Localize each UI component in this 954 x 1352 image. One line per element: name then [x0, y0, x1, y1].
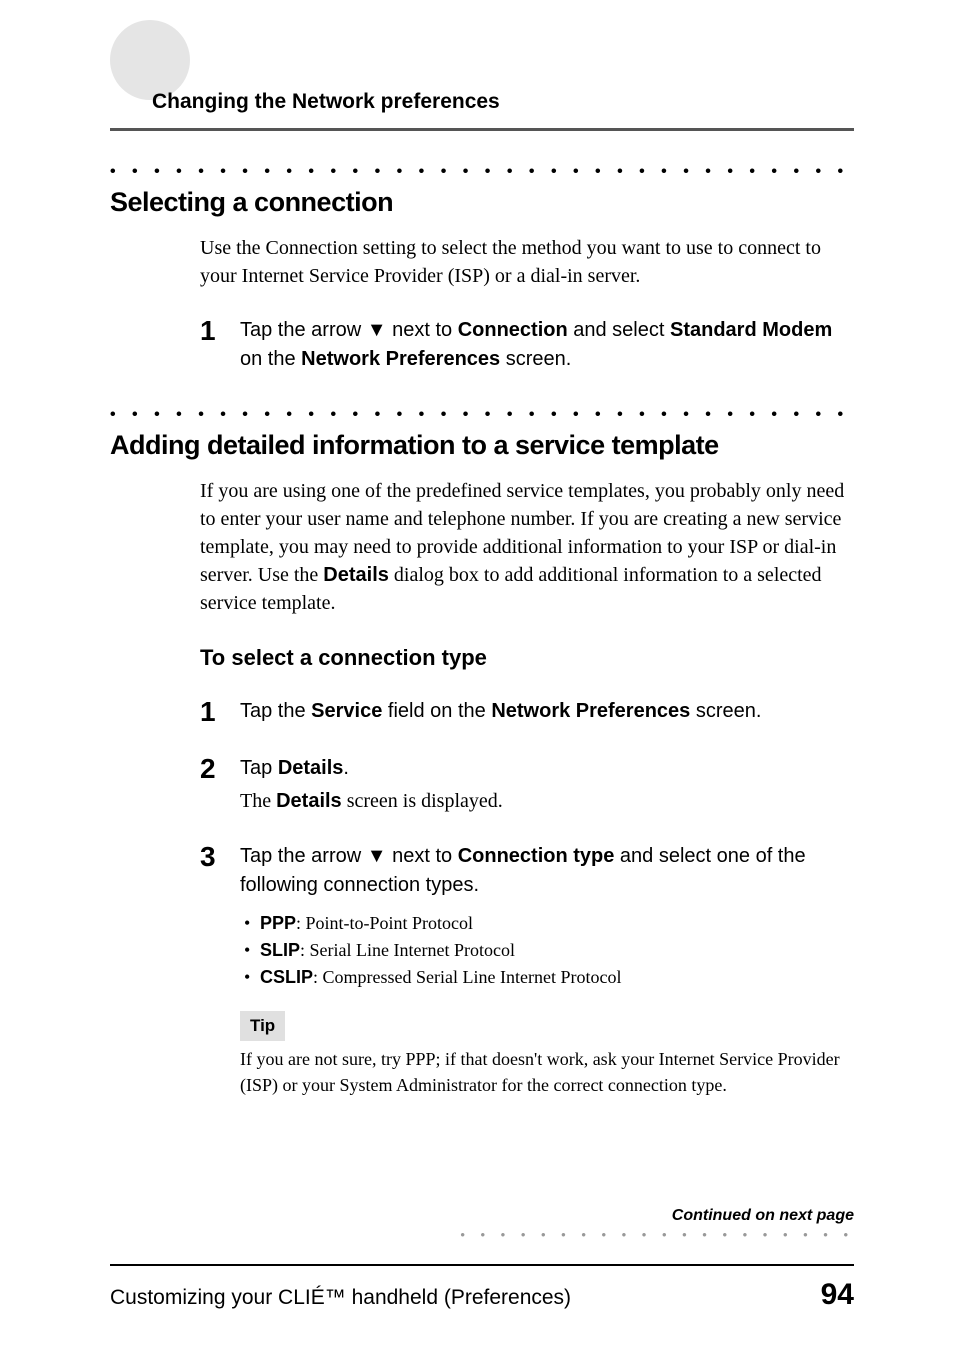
text: Tap	[240, 757, 278, 779]
step-body: Tap the arrow ▼ next to Connection type …	[240, 842, 854, 1098]
section2-step3: 3 Tap the arrow ▼ next to Connection typ…	[200, 842, 854, 1098]
label-network-preferences: Network Preferences	[301, 348, 500, 370]
protocol-desc: : Serial Line Internet Protocol	[300, 940, 515, 960]
text: The	[240, 790, 276, 812]
tip-badge: Tip	[240, 1011, 285, 1042]
text: screen.	[500, 348, 571, 370]
step-number: 3	[200, 842, 240, 1098]
text: screen.	[690, 700, 761, 722]
label-service: Service	[311, 700, 382, 722]
list-item: SLIP: Serial Line Internet Protocol	[240, 937, 854, 964]
subheading-select-connection-type: To select a connection type	[200, 645, 854, 671]
section1-intro: Use the Connection setting to select the…	[200, 234, 854, 290]
connection-type-list: PPP: Point-to-Point Protocol SLIP: Seria…	[240, 910, 854, 991]
dotted-divider: • • • • • • • • • • • • • • • • • • • • …	[110, 163, 854, 181]
text: Tap the	[240, 700, 311, 722]
text: screen is displayed.	[342, 790, 503, 812]
section-title-selecting-connection: Selecting a connection	[110, 187, 854, 218]
section2-step1: 1 Tap the Service field on the Network P…	[200, 697, 854, 728]
footer-section-title: Customizing your CLIÉ™ handheld (Prefere…	[110, 1286, 571, 1310]
protocol-desc: : Point-to-Point Protocol	[296, 913, 473, 933]
dotted-divider: • • • • • • • • • • • • • • • • • • • • …	[110, 406, 854, 424]
label-details: Details	[278, 757, 344, 779]
label-connection: Connection	[458, 319, 568, 341]
page-number: 94	[821, 1278, 854, 1312]
protocol-desc: : Compressed Serial Line Internet Protoc…	[313, 967, 621, 987]
label-connection-type: Connection type	[458, 845, 615, 867]
continued-label: Continued on next page	[460, 1207, 854, 1225]
step-body: Tap the Service field on the Network Pre…	[240, 697, 761, 728]
step-body: Tap Details. The Details screen is displ…	[240, 754, 503, 816]
tip-text: If you are not sure, try PPP; if that do…	[240, 1047, 854, 1097]
section2-intro: If you are using one of the predefined s…	[200, 477, 854, 617]
breadcrumb: Changing the Network preferences	[110, 30, 854, 131]
text: Tap the arrow	[240, 845, 367, 867]
protocol-name: CSLIP	[260, 967, 313, 987]
label-details: Details	[323, 564, 389, 586]
label-standard-modem: Standard Modem	[670, 319, 832, 341]
text: Tap the arrow	[240, 319, 367, 341]
label-network-preferences: Network Preferences	[491, 700, 690, 722]
continued-note: Continued on next page • • • • • • • • •…	[460, 1207, 854, 1242]
list-item: CSLIP: Compressed Serial Line Internet P…	[240, 964, 854, 991]
dotted-divider-small: • • • • • • • • • • • • • • • • • • • •	[460, 1227, 854, 1242]
step-number: 1	[200, 697, 240, 728]
section2-step2: 2 Tap Details. The Details screen is dis…	[200, 754, 854, 816]
label-details: Details	[276, 790, 342, 812]
down-arrow-icon: ▼	[367, 319, 387, 341]
list-item: PPP: Point-to-Point Protocol	[240, 910, 854, 937]
text: on the	[240, 348, 301, 370]
step-body: Tap the arrow ▼ next to Connection and s…	[240, 316, 854, 374]
text: next to	[387, 319, 458, 341]
text: and select	[568, 319, 670, 341]
down-arrow-icon: ▼	[367, 845, 387, 867]
step-number: 1	[200, 316, 240, 374]
text: .	[343, 757, 349, 779]
text: field on the	[382, 700, 491, 722]
section1-step1: 1 Tap the arrow ▼ next to Connection and…	[200, 316, 854, 374]
step-number: 2	[200, 754, 240, 816]
protocol-name: PPP	[260, 913, 296, 933]
protocol-name: SLIP	[260, 940, 300, 960]
text: next to	[387, 845, 458, 867]
page-footer: Customizing your CLIÉ™ handheld (Prefere…	[110, 1264, 854, 1312]
section-title-adding-detailed: Adding detailed information to a service…	[110, 430, 854, 461]
step-subtext: The Details screen is displayed.	[240, 787, 503, 816]
